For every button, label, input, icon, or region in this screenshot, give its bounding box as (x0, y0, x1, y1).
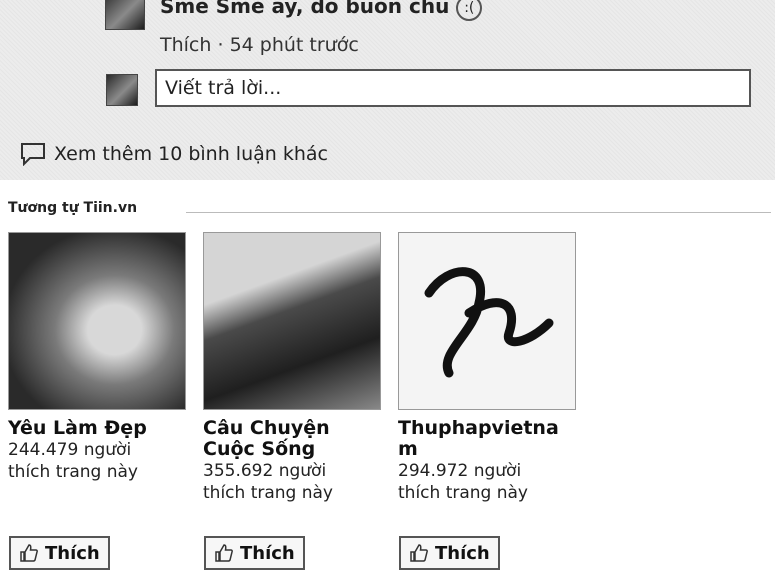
page-likes-count: 294.972 người (398, 461, 522, 481)
page-name[interactable]: Yêu Làm Đẹp (8, 418, 188, 439)
thumbs-up-icon (410, 544, 428, 562)
page-likes-count: 244.479 người (8, 440, 132, 460)
section-divider (186, 212, 771, 213)
more-comments-label: Xem thêm 10 bình luận khác (54, 143, 328, 165)
like-button-label: Thích (435, 542, 490, 564)
comment-meta: Thích · 54 phút trước (160, 34, 359, 56)
comment-bubble-icon (21, 143, 45, 166)
comment-text: Sme Sme ay, do buon chu (160, 0, 450, 18)
page-likes-count: 355.692 người (203, 461, 327, 481)
thumbs-up-icon (215, 544, 233, 562)
page-thumbnail[interactable] (203, 232, 381, 410)
like-button-label: Thích (240, 542, 295, 564)
calligraphy-icon (424, 267, 554, 378)
thumbs-up-icon (20, 544, 38, 562)
comment-time[interactable]: 54 phút trước (230, 34, 359, 56)
page-likes-suffix: thích trang này (8, 462, 138, 482)
page-thumbnail[interactable] (398, 232, 576, 410)
current-user-avatar (106, 74, 138, 106)
page-name[interactable]: Thuphapvietnam (398, 418, 568, 460)
page-card-2: Câu Chuyện Cuộc Sống 355.692 người thích… (203, 232, 383, 504)
comment-like-link[interactable]: Thích (160, 34, 211, 56)
page-thumbnail[interactable] (8, 232, 186, 410)
like-button-label: Thích (45, 542, 100, 564)
commenter-avatar[interactable] (105, 0, 145, 30)
more-comments-link[interactable]: Xem thêm 10 bình luận khác (20, 142, 328, 166)
sad-emoticon-icon: :( (456, 0, 483, 21)
comments-section: Sme Sme ay, do buon chu :( Thích · 54 ph… (0, 0, 775, 180)
reply-input[interactable] (155, 69, 751, 107)
page-card-3: Thuphapvietnam 294.972 người thích trang… (398, 232, 578, 504)
page-likes-suffix: thích trang này (203, 483, 333, 503)
similar-pages-title: Tương tự Tiin.vn (8, 200, 138, 216)
page-name[interactable]: Câu Chuyện Cuộc Sống (203, 418, 343, 460)
like-page-button[interactable]: Thích (9, 536, 110, 570)
like-page-button[interactable]: Thích (204, 536, 305, 570)
like-page-button[interactable]: Thích (399, 536, 500, 570)
page-likes-suffix: thích trang này (398, 483, 528, 503)
page-card-1: Yêu Làm Đẹp 244.479 người thích trang nà… (8, 232, 188, 483)
meta-separator: · (217, 34, 224, 56)
comment-body: Sme Sme ay, do buon chu :( (160, 0, 483, 21)
